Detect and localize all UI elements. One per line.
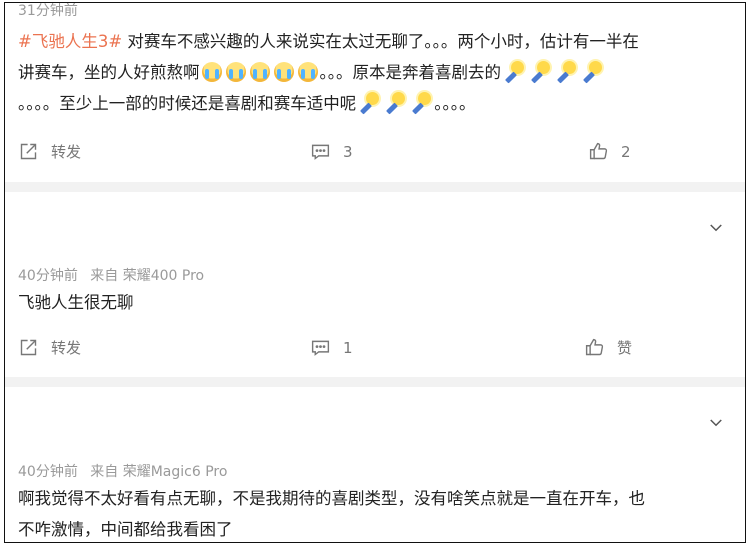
lightbulb-icon: [555, 60, 577, 82]
repost-button[interactable]: 转发: [18, 141, 81, 162]
comment-time: 40分钟前: [18, 464, 78, 480]
comment-actions: 转发 1 赞: [5, 337, 745, 367]
comment-text: #飞驰人生3# 对赛车不感兴趣的人来说实在太过无聊了。。。两个小时，估计有一半在…: [18, 26, 727, 119]
crying-face-icon: [273, 62, 294, 82]
lightbulb-icon: [503, 60, 525, 82]
comment-meta: 40分钟前 来自 荣耀400 Pro: [18, 265, 212, 285]
chevron-down-icon[interactable]: [707, 219, 725, 237]
share-icon: [20, 339, 37, 356]
topic-link[interactable]: #飞驰人生3#: [18, 32, 122, 51]
comment-item: 40分钟前 来自 荣耀400 Pro 飞驰人生很无聊 转发 1 赞: [5, 192, 745, 377]
lightbulb-icon: [410, 91, 432, 113]
lightbulb-icon: [384, 91, 406, 113]
comment-line: 讲赛车，坐的人好煎熬啊 。。。原本是奔着喜剧去的: [18, 57, 727, 88]
comment-item: 31分钟前 #飞驰人生3# 对赛车不感兴趣的人来说实在太过无聊了。。。两个小时，…: [5, 3, 745, 186]
comment-icon: [311, 144, 330, 160]
comment-line: 。。。。至少上一部的时候还是喜剧和赛车适中呢。。。。: [18, 88, 727, 119]
comment-source: 来自 荣耀Magic6 Pro: [90, 464, 228, 480]
comment-button[interactable]: 3: [310, 141, 353, 162]
crying-face-icon: [249, 62, 270, 82]
repost-button[interactable]: 转发: [18, 337, 81, 358]
lightbulb-icon: [529, 60, 551, 82]
thumbs-up-icon: [589, 142, 608, 160]
like-button[interactable]: 2: [588, 141, 631, 162]
section-divider: [5, 377, 745, 387]
comment-line: 啊我觉得不太好看有点无聊，不是我期待的喜剧类型，没有啥笑点就是一直在开车，也: [18, 489, 645, 508]
crying-face-icon: [201, 62, 222, 82]
comment-meta: 31分钟前: [18, 3, 86, 20]
comment-line: #飞驰人生3# 对赛车不感兴趣的人来说实在太过无聊了。。。两个小时，估计有一半在: [18, 32, 639, 51]
lightbulb-icon: [358, 91, 380, 113]
comment-feed: 31分钟前 #飞驰人生3# 对赛车不感兴趣的人来说实在太过无聊了。。。两个小时，…: [4, 2, 746, 543]
share-icon: [20, 143, 37, 160]
comment-time: 31分钟前: [18, 3, 78, 19]
lightbulb-icon: [581, 60, 603, 82]
comment-button[interactable]: 1: [310, 337, 353, 358]
comment-time: 40分钟前: [18, 268, 78, 284]
comment-item: 40分钟前 来自 荣耀Magic6 Pro 啊我觉得不太好看有点无聊，不是我期待…: [5, 387, 745, 542]
chevron-down-icon[interactable]: [707, 414, 725, 432]
comment-line: 飞驰人生很无聊: [18, 293, 134, 312]
thumbs-up-icon: [585, 338, 604, 356]
comment-actions: 转发 3 2: [5, 141, 745, 171]
like-button[interactable]: 赞: [584, 337, 632, 358]
comment-source: 来自 荣耀400 Pro: [90, 268, 205, 284]
comment-meta: 40分钟前 来自 荣耀Magic6 Pro: [18, 461, 235, 481]
comment-text: 啊我觉得不太好看有点无聊，不是我期待的喜剧类型，没有啥笑点就是一直在开车，也 不…: [18, 483, 727, 542]
comment-text: 飞驰人生很无聊: [18, 287, 727, 318]
comment-line: 不咋激情，中间都给我看困了: [18, 520, 233, 539]
comment-icon: [311, 340, 330, 356]
crying-face-icon: [297, 62, 318, 82]
crying-face-icon: [225, 62, 246, 82]
section-divider: [5, 182, 745, 192]
